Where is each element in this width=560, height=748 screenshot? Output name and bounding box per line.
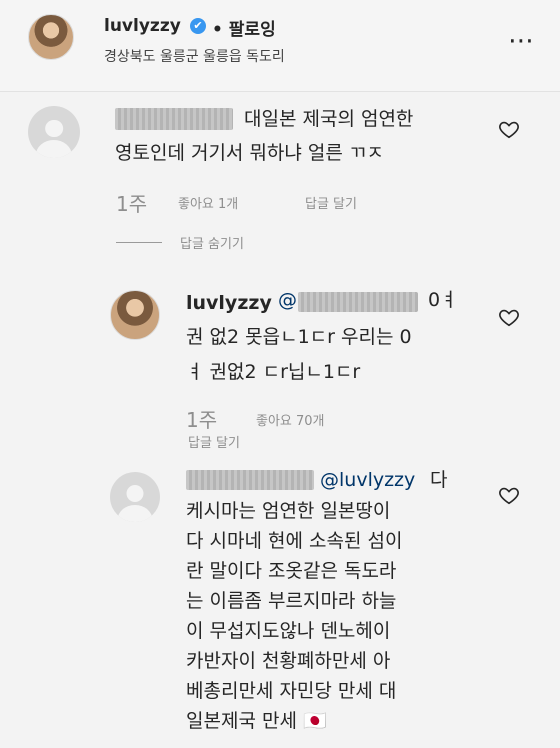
verified-badge-icon: ✔ (190, 18, 206, 34)
reply-text-line: 0ㅕ (428, 289, 458, 311)
reply-text-line: 베총리만세 자민당 만세 대 (186, 680, 397, 702)
reply-text-line: 란 말이다 조옷같은 독도라 (186, 560, 397, 582)
reply-commenter-avatar[interactable] (110, 472, 160, 522)
location-link[interactable]: 경상북도 울릉군 울릉읍 독도리 (104, 46, 285, 66)
more-options-icon[interactable]: ⋯ (508, 28, 535, 54)
reply-text-line: 다 시마네 현에 소속된 섬이 (186, 530, 403, 552)
reply-text-line: ㅕ 권없2 ㄷr닙ㄴ1ㄷr (186, 361, 361, 383)
following-label[interactable]: • 팔로잉 (212, 15, 276, 40)
commenter-avatar[interactable] (28, 106, 80, 158)
like-heart-icon[interactable] (498, 306, 520, 328)
redacted-username (186, 470, 314, 490)
reply-text-line: 다 (430, 469, 448, 491)
comment-text-line: 영토인데 거기서 뭐하냐 얼른 ㄲㅈ (115, 142, 384, 164)
reply-text-line: 일본제국 만세 🇯🇵 (186, 710, 327, 732)
hide-replies-line (116, 242, 162, 243)
reply-author-avatar[interactable] (110, 290, 160, 340)
reply-username[interactable]: luvlyzzy (186, 292, 272, 314)
reply-button[interactable]: 답글 달기 (188, 432, 240, 451)
like-heart-icon[interactable] (498, 118, 520, 140)
reply-time: 1주 (186, 408, 218, 432)
redacted-mention (298, 292, 418, 312)
reply-text-line: 카반자이 천황폐하만세 아 (186, 650, 391, 672)
post-header: luvlyzzy ✔ • 팔로잉 경상북도 울릉군 울릉읍 독도리 ⋯ (0, 0, 560, 92)
comment-time: 1주 (116, 192, 148, 216)
hide-replies-button[interactable]: 답글 숨기기 (180, 233, 244, 252)
reply-button[interactable]: 답글 달기 (305, 193, 357, 212)
author-username[interactable]: luvlyzzy (104, 16, 181, 36)
reply-mention-at[interactable]: @ (278, 283, 297, 317)
reply-mention[interactable]: @luvlyzzy (320, 463, 415, 497)
reply-text-line: 권 없2 못읍ㄴ1ㄷr 우리는 0 (186, 326, 412, 348)
like-heart-icon[interactable] (498, 484, 520, 506)
reply-text-line: 케시마는 엄연한 일본땅이 (186, 500, 391, 522)
author-avatar[interactable] (28, 14, 74, 60)
reply-text-line: 는 이름좀 부르지마라 하늘 (186, 590, 397, 612)
redacted-username (115, 108, 233, 130)
comment-likes-count[interactable]: 좋아요 1개 (178, 193, 238, 212)
comment-text-line: 대일본 제국의 엄연한 (244, 108, 414, 130)
reply-text-line: 이 무섭지도않나 덴노헤이 (186, 620, 391, 642)
reply-likes-count[interactable]: 좋아요 70개 (256, 410, 325, 429)
